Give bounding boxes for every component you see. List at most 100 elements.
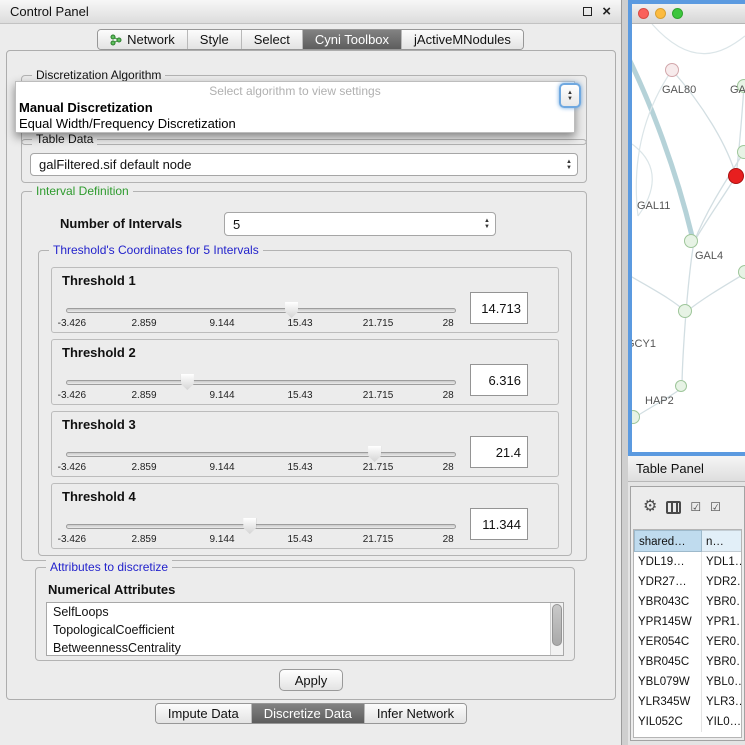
top-tab-bar: Network Style Select Cyni Toolbox jActiv… bbox=[0, 29, 621, 50]
table-row[interactable]: YPR145WYPR1… bbox=[634, 612, 741, 632]
table-row[interactable]: YBR045CYBR0… bbox=[634, 652, 741, 672]
tab-select[interactable]: Select bbox=[241, 30, 302, 49]
discretization-algorithm-group-label: Discretization Algorithm bbox=[32, 68, 165, 82]
threshold-2-panel: Threshold 2 -3.4262.8599.14415.4321.7152… bbox=[51, 339, 559, 405]
threshold-3-value-field[interactable]: 21.4 bbox=[470, 436, 528, 468]
algorithm-option-manual[interactable]: Manual Discretization bbox=[16, 100, 574, 116]
thresholds-group-label: Threshold's Coordinates for 5 Intervals bbox=[49, 243, 263, 257]
minimize-traffic-light[interactable] bbox=[655, 8, 666, 19]
table-panel: Table Panel ⚙ ☑ ☑ shared… n… YDL19…YDL1…… bbox=[628, 456, 745, 745]
table-panel-titlebar: Table Panel bbox=[628, 456, 745, 482]
table-row[interactable]: YDR27…YDR2… bbox=[634, 572, 741, 592]
network-node-highlighted[interactable] bbox=[728, 168, 744, 184]
tab-impute-data[interactable]: Impute Data bbox=[156, 704, 251, 723]
interval-definition-group-label: Interval Definition bbox=[32, 184, 133, 198]
scrollbar-thumb[interactable] bbox=[552, 604, 562, 646]
network-node[interactable] bbox=[738, 265, 745, 279]
slider-track[interactable] bbox=[66, 308, 456, 313]
list-item[interactable]: SelfLoops bbox=[47, 603, 563, 621]
network-view-window: GAL80 GA GAL11 GAL4 GCY1 HAP2 bbox=[628, 0, 745, 456]
close-traffic-light[interactable] bbox=[638, 8, 649, 19]
network-canvas[interactable]: GAL80 GA GAL11 GAL4 GCY1 HAP2 bbox=[632, 24, 745, 452]
threshold-4-slider[interactable] bbox=[66, 518, 456, 534]
table-row[interactable]: YBL079WYBL0… bbox=[634, 672, 741, 692]
threshold-3-axis: -3.4262.8599.14415.4321.71528 bbox=[66, 462, 456, 474]
slider-track[interactable] bbox=[66, 524, 456, 529]
table-row[interactable]: YLR345WYLR3… bbox=[634, 692, 741, 712]
threshold-2-slider[interactable] bbox=[66, 374, 456, 390]
network-node[interactable] bbox=[675, 380, 687, 392]
tab-cyni-toolbox[interactable]: Cyni Toolbox bbox=[302, 30, 401, 49]
control-panel: Control Panel × Network Style Select Cyn… bbox=[0, 0, 622, 745]
slider-thumb[interactable] bbox=[368, 446, 381, 462]
network-window-titlebar bbox=[632, 4, 745, 24]
network-node[interactable] bbox=[665, 63, 679, 77]
apply-button[interactable]: Apply bbox=[279, 669, 343, 691]
threshold-1-label: Threshold 1 bbox=[62, 273, 136, 288]
select-none-checkbox-icon[interactable]: ☑ bbox=[710, 499, 721, 515]
columns-icon[interactable] bbox=[666, 501, 681, 514]
threshold-4-axis: -3.4262.8599.14415.4321.71528 bbox=[66, 534, 456, 546]
threshold-4-label: Threshold 4 bbox=[62, 489, 136, 504]
column-header-name[interactable]: n… bbox=[702, 530, 741, 552]
threshold-1-panel: Threshold 1 -3.4262.8599.14415.4321.7152… bbox=[51, 267, 559, 333]
panel-title: Control Panel bbox=[10, 4, 573, 19]
table-row[interactable]: YIL052CYIL0… bbox=[634, 712, 741, 732]
zoom-traffic-light[interactable] bbox=[672, 8, 683, 19]
slider-thumb[interactable] bbox=[181, 374, 194, 390]
threshold-3-label: Threshold 3 bbox=[62, 417, 136, 432]
tab-jactivemnodules[interactable]: jActiveMNodules bbox=[401, 30, 523, 49]
network-node[interactable] bbox=[737, 145, 745, 159]
control-panel-titlebar: Control Panel × bbox=[0, 0, 621, 24]
network-node[interactable] bbox=[678, 304, 692, 318]
threshold-4-value-field[interactable]: 11.344 bbox=[470, 508, 528, 540]
list-scrollbar[interactable] bbox=[550, 603, 563, 655]
algorithm-option-equal-width[interactable]: Equal Width/Frequency Discretization bbox=[16, 116, 574, 132]
tab-network[interactable]: Network bbox=[98, 30, 187, 49]
algorithm-dropdown-popup: Select algorithm to view settings Manual… bbox=[15, 81, 575, 133]
slider-track[interactable] bbox=[66, 380, 456, 385]
cyni-toolbox-pane: Discretization Algorithm Select algorith… bbox=[6, 50, 616, 700]
tab-discretize-data[interactable]: Discretize Data bbox=[251, 704, 364, 723]
threshold-2-axis: -3.4262.8599.14415.4321.71528 bbox=[66, 390, 456, 402]
thresholds-group: Threshold's Coordinates for 5 Intervals … bbox=[38, 250, 572, 556]
interval-definition-group: Interval Definition Number of Intervals … bbox=[21, 191, 587, 561]
number-of-intervals-combo[interactable]: 5 ▲▼ bbox=[224, 212, 496, 236]
network-node[interactable] bbox=[684, 234, 698, 248]
table-panel-title: Table Panel bbox=[636, 461, 704, 476]
slider-thumb[interactable] bbox=[285, 302, 298, 318]
list-item[interactable]: BetweennessCentrality bbox=[47, 639, 563, 656]
table-toolbar: ⚙ ☑ ☑ bbox=[631, 487, 744, 527]
network-icon bbox=[110, 34, 122, 46]
list-item[interactable]: TopologicalCoefficient bbox=[47, 621, 563, 639]
node-label: GAL11 bbox=[637, 200, 670, 212]
algorithm-placeholder: Select algorithm to view settings bbox=[16, 82, 574, 100]
table-data-combo[interactable]: galFiltered.sif default node ▲▼ bbox=[30, 153, 578, 176]
tab-style[interactable]: Style bbox=[187, 30, 241, 49]
numerical-attributes-list: SelfLoops TopologicalCoefficient Between… bbox=[46, 602, 564, 656]
numerical-attributes-heading: Numerical Attributes bbox=[48, 582, 175, 597]
table-row[interactable]: YBR043CYBR0… bbox=[634, 592, 741, 612]
threshold-1-value-field[interactable]: 14.713 bbox=[470, 292, 528, 324]
bottom-tab-bar: Impute Data Discretize Data Infer Networ… bbox=[0, 703, 622, 724]
threshold-3-panel: Threshold 3 -3.4262.8599.14415.4321.7152… bbox=[51, 411, 559, 477]
table-data-group-label: Table Data bbox=[32, 132, 97, 146]
table-row[interactable]: YER054CYER0… bbox=[634, 632, 741, 652]
table-row[interactable]: YDL19…YDL1… bbox=[634, 552, 741, 572]
node-label: GAL4 bbox=[695, 250, 723, 262]
column-header-shared-name[interactable]: shared… bbox=[634, 530, 702, 552]
node-label: GCY1 bbox=[632, 338, 656, 350]
slider-track[interactable] bbox=[66, 452, 456, 457]
threshold-3-slider[interactable] bbox=[66, 446, 456, 462]
close-icon[interactable]: × bbox=[602, 7, 611, 17]
slider-thumb[interactable] bbox=[243, 518, 256, 534]
tab-infer-network[interactable]: Infer Network bbox=[364, 704, 466, 723]
threshold-1-slider[interactable] bbox=[66, 302, 456, 318]
select-all-checkbox-icon[interactable]: ☑ bbox=[690, 499, 701, 515]
node-table: shared… n… YDL19…YDL1… YDR27…YDR2… YBR04… bbox=[633, 529, 742, 738]
combo-arrows-icon: ▲▼ bbox=[566, 159, 572, 171]
float-window-icon[interactable] bbox=[583, 7, 592, 16]
gear-icon[interactable]: ⚙ bbox=[643, 499, 657, 515]
threshold-2-value-field[interactable]: 6.316 bbox=[470, 364, 528, 396]
algorithm-combo-arrows-button[interactable]: ▲ ▼ bbox=[559, 83, 581, 108]
